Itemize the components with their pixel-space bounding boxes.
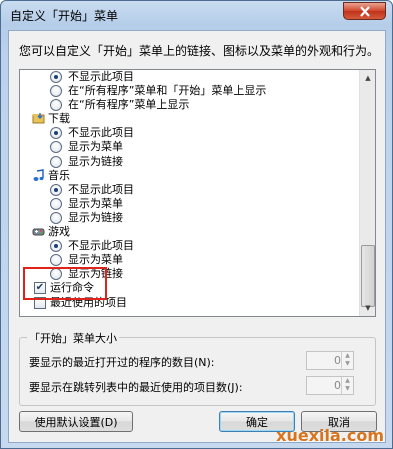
radio-button[interactable] — [50, 127, 62, 140]
option-label: 显示为菜单 — [68, 253, 123, 267]
games-icon — [32, 225, 45, 238]
vertical-scrollbar[interactable]: ▲ ▼ — [359, 70, 375, 316]
category-label: 音乐 — [48, 168, 70, 182]
radio-button[interactable] — [50, 240, 62, 253]
list-item: 音乐 — [20, 169, 360, 183]
close-icon — [359, 5, 370, 17]
radio-button[interactable] — [50, 211, 62, 224]
list-item[interactable]: 显示为菜单 — [20, 140, 360, 154]
radio-button[interactable] — [50, 183, 62, 196]
scroll-up-arrow-icon[interactable]: ▲ — [361, 70, 375, 86]
list-item: 下载 — [20, 112, 360, 126]
spin-down-icon[interactable]: ▼ — [342, 360, 353, 368]
option-label: 不显示此项目 — [68, 126, 134, 140]
spin-up-icon[interactable]: ▲ — [342, 352, 353, 360]
close-button[interactable] — [343, 2, 386, 20]
use-defaults-button[interactable]: 使用默认设置(D) — [19, 411, 133, 432]
jump-list-label: 要显示在跳转列表中的最近使用的项目数(J): — [29, 381, 243, 394]
option-label: 显示为链接 — [68, 210, 123, 224]
music-note-icon — [32, 168, 45, 182]
scroll-down-arrow-icon[interactable]: ▼ — [361, 300, 375, 316]
list-item[interactable]: 显示为链接 — [20, 211, 360, 225]
title-bar[interactable]: 自定义「开始」菜单 — [1, 1, 392, 27]
highlight-box — [23, 267, 107, 300]
list-item[interactable]: 显示为菜单 — [20, 197, 360, 211]
folder-download-icon — [32, 112, 45, 125]
dialog-window: 自定义「开始」菜单 您可以自定义「开始」菜单上的链接、图标以及菜单的外观和行为。… — [0, 0, 393, 449]
dialog-body: 您可以自定义「开始」菜单上的链接、图标以及菜单的外观和行为。 不显示此项目 在“所… — [8, 30, 386, 443]
spin-up-icon[interactable]: ▲ — [342, 377, 353, 385]
window-title: 自定义「开始」菜单 — [10, 9, 119, 23]
list-item[interactable]: 显示为菜单 — [20, 253, 360, 267]
option-label: 显示为菜单 — [68, 140, 123, 154]
option-label: 不显示此项目 — [68, 70, 134, 83]
spin-down-icon[interactable]: ▼ — [342, 385, 353, 393]
jump-list-spinner[interactable]: 0 ▲ ▼ — [306, 376, 354, 395]
description-text: 您可以自定义「开始」菜单上的链接、图标以及菜单的外观和行为。 — [19, 44, 380, 58]
list-item[interactable]: 在“所有程序”菜单和「开始」菜单上显示 — [20, 84, 360, 98]
start-menu-size-group: 「开始」菜单大小 要显示的最近打开过的程序的数目(N): 0 ▲ ▼ 要显示在跳转… — [19, 330, 376, 406]
list-item[interactable]: 不显示此项目 — [20, 239, 360, 253]
radio-button[interactable] — [50, 155, 62, 168]
spinner-buttons[interactable]: ▲ ▼ — [341, 377, 353, 394]
option-label: 在“所有程序”菜单和「开始」菜单上显示 — [68, 84, 267, 98]
jump-list-value: 0 — [334, 379, 341, 392]
category-label: 下载 — [48, 112, 70, 126]
option-label: 显示为菜单 — [68, 196, 123, 210]
list-item[interactable]: 不显示此项目 — [20, 126, 360, 140]
option-label: 不显示此项目 — [68, 239, 134, 253]
option-label: 在“所有程序”菜单上显示 — [68, 98, 190, 112]
radio-button[interactable] — [50, 99, 62, 112]
recent-programs-value: 0 — [334, 354, 341, 367]
radio-button[interactable] — [50, 141, 62, 154]
scrollbar-thumb[interactable] — [361, 245, 375, 307]
recent-programs-spinner[interactable]: 0 ▲ ▼ — [306, 351, 354, 370]
radio-button[interactable] — [50, 85, 62, 98]
radio-button[interactable] — [50, 254, 62, 267]
recent-programs-label: 要显示的最近打开过的程序的数目(N): — [29, 356, 215, 369]
radio-button[interactable] — [50, 197, 62, 210]
group-title: 「开始」菜单大小 — [27, 330, 119, 346]
option-label: 显示为链接 — [68, 154, 123, 168]
option-label: 不显示此项目 — [68, 182, 134, 196]
radio-button[interactable] — [50, 71, 62, 83]
list-item[interactable]: 显示为链接 — [20, 155, 360, 169]
spinner-buttons[interactable]: ▲ ▼ — [341, 352, 353, 369]
list-item[interactable]: 不显示此项目 — [20, 70, 360, 84]
list-item[interactable]: 在“所有程序”菜单上显示 — [20, 98, 360, 112]
list-item[interactable]: 不显示此项目 — [20, 183, 360, 197]
category-label: 游戏 — [48, 225, 70, 239]
watermark: xuexila.com — [276, 426, 384, 445]
list-item: 游戏 — [20, 225, 360, 239]
